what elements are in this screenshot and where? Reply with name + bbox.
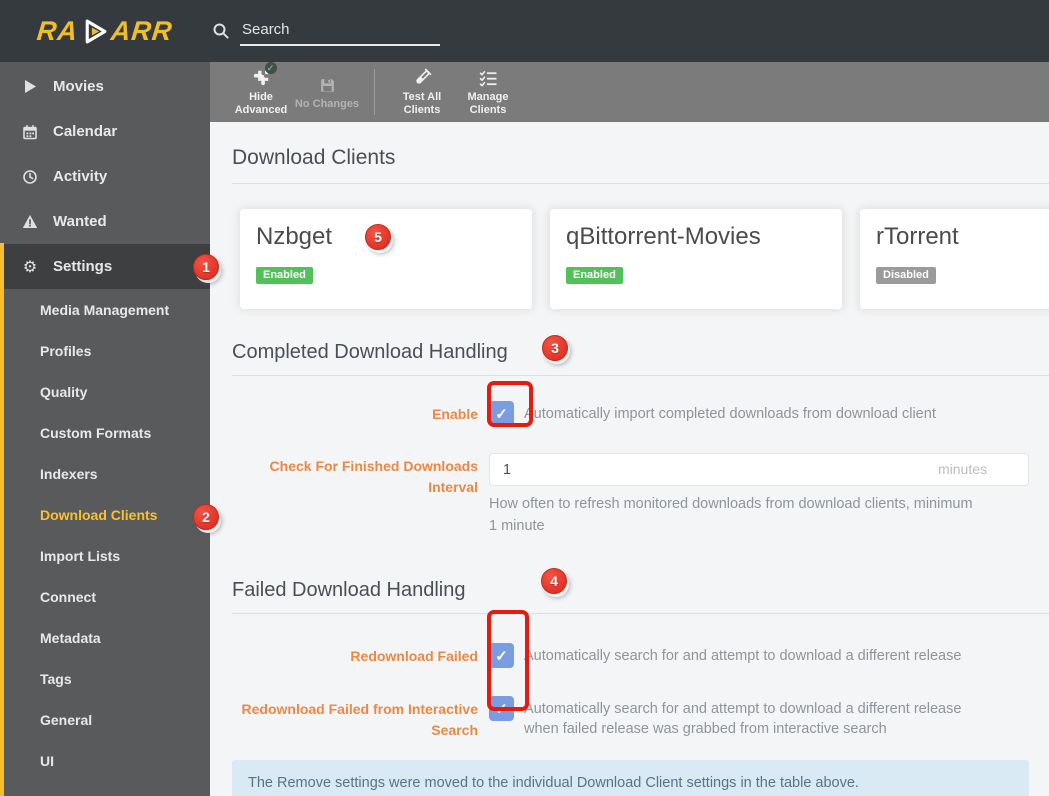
- no-changes-button[interactable]: No Changes: [294, 74, 360, 111]
- sidebar-item-movies[interactable]: Movies: [0, 64, 210, 109]
- warning-icon: [20, 214, 40, 229]
- completed-download-handling-section: Completed Download Handling Enable ✓ Aut…: [232, 341, 1049, 537]
- gears-icon: ⚙: [22, 256, 38, 276]
- redownload-interactive-help-text: Automatically search for and attempt to …: [524, 701, 962, 737]
- sidebar-item-label: Settings: [53, 258, 113, 275]
- page-title: Download Clients: [232, 122, 1049, 184]
- client-name: Nzbget: [256, 223, 333, 250]
- save-icon: [319, 74, 336, 94]
- sidebar-item-wanted[interactable]: Wanted: [0, 199, 210, 244]
- redownload-interactive-checkbox[interactable]: ✓: [489, 696, 514, 721]
- enable-checkbox[interactable]: ✓: [489, 401, 514, 426]
- enable-help-text: Automatically import completed downloads…: [524, 406, 936, 422]
- redownload-failed-checkbox[interactable]: ✓: [489, 643, 514, 668]
- search-bar: [212, 16, 440, 46]
- client-name: qBittorrent-Movies: [566, 223, 761, 250]
- topbar: RA ARR: [0, 0, 1049, 62]
- client-card-qbittorrent-movies[interactable]: qBittorrent-Movies Enabled: [550, 209, 842, 309]
- toolbar-divider: [374, 69, 375, 115]
- failed-download-handling-section: Failed Download Handling Redownload Fail…: [232, 579, 1049, 741]
- redownload-interactive-row: Redownload Failed from Interactive Searc…: [232, 696, 1029, 741]
- sidebar-item-tags[interactable]: Tags: [0, 658, 210, 699]
- download-client-cards: Nzbget Enabled qBittorrent-Movies Enable…: [240, 209, 1049, 309]
- sidebar-item-activity[interactable]: Activity: [0, 154, 210, 199]
- sidebar-item-custom-formats[interactable]: Custom Formats: [0, 412, 210, 453]
- radarr-logo[interactable]: RA ARR: [0, 16, 210, 47]
- status-badge: Enabled: [566, 267, 623, 284]
- status-badge: Enabled: [256, 267, 313, 284]
- interval-row: Check For Finished Downloads Interval mi…: [232, 453, 1029, 537]
- status-badge: Disabled: [876, 267, 936, 284]
- calendar-icon: [20, 124, 40, 140]
- sidebar-item-calendar[interactable]: Calendar: [0, 109, 210, 154]
- sidebar-item-import-lists[interactable]: Import Lists: [0, 535, 210, 576]
- redownload-failed-row: Redownload Failed ✓ Automatically search…: [232, 643, 1029, 668]
- sidebar-item-media-management[interactable]: Media Management: [0, 289, 210, 330]
- sidebar-item-settings[interactable]: ⚙ Settings: [0, 244, 210, 289]
- logo-text-right: ARR: [109, 15, 175, 46]
- info-box: The Remove settings were moved to the in…: [232, 760, 1029, 796]
- sidebar-item-label: Wanted: [53, 213, 107, 230]
- hide-advanced-button[interactable]: ✓ Hide Advanced: [228, 62, 294, 117]
- interval-help-text: How often to refresh monitored downloads…: [489, 496, 973, 534]
- client-name: rTorrent: [876, 223, 959, 250]
- check-icon: ✓: [495, 405, 508, 423]
- sidebar-item-download-clients[interactable]: Download Clients: [0, 494, 210, 535]
- test-tube-icon: [413, 67, 432, 87]
- main-content: Download Clients Nzbget Enabled qBittorr…: [210, 122, 1049, 796]
- search-input[interactable]: [240, 16, 440, 46]
- redownload-interactive-label: Redownload Failed from Interactive Searc…: [241, 701, 479, 738]
- check-icon: ✓: [264, 62, 277, 74]
- search-icon: [212, 22, 230, 40]
- manage-clients-button[interactable]: Manage Clients: [455, 67, 521, 117]
- interval-input[interactable]: [489, 453, 1029, 486]
- play-icon: [20, 79, 40, 94]
- enable-label: Enable: [432, 406, 478, 422]
- enable-row: Enable ✓ Automatically import completed …: [232, 401, 1029, 426]
- section-title: Failed Download Handling: [232, 579, 1049, 614]
- sidebar: Movies Calendar Activity Wanted ⚙ Settin…: [0, 62, 210, 796]
- sidebar-item-label: Activity: [53, 168, 108, 185]
- logo-text-left: RA: [35, 15, 80, 46]
- sidebar-item-profiles[interactable]: Profiles: [0, 330, 210, 371]
- client-card-rtorrent[interactable]: rTorrent Disabled: [860, 209, 1049, 309]
- checklist-icon: [479, 67, 498, 87]
- sidebar-item-label: Movies: [53, 78, 104, 95]
- play-logo-icon: [81, 18, 108, 45]
- client-card-nzbget[interactable]: Nzbget Enabled: [240, 209, 532, 309]
- sidebar-item-label: Calendar: [53, 123, 118, 140]
- sidebar-item-quality[interactable]: Quality: [0, 371, 210, 412]
- redownload-failed-label: Redownload Failed: [350, 648, 478, 664]
- test-all-clients-button[interactable]: Test All Clients: [389, 67, 455, 117]
- clock-icon: [20, 169, 40, 185]
- page-toolbar: ✓ Hide Advanced No Changes Test All Clie…: [210, 62, 1049, 122]
- sidebar-item-ui[interactable]: UI: [0, 740, 210, 781]
- sidebar-item-indexers[interactable]: Indexers: [0, 453, 210, 494]
- info-box-text: The Remove settings were moved to the in…: [248, 775, 859, 791]
- section-title: Completed Download Handling: [232, 341, 1049, 376]
- sidebar-item-general[interactable]: General: [0, 699, 210, 740]
- check-icon: ✓: [495, 647, 508, 665]
- sidebar-item-metadata[interactable]: Metadata: [0, 617, 210, 658]
- settings-accent-bar: [0, 243, 4, 796]
- sidebar-item-connect[interactable]: Connect: [0, 576, 210, 617]
- check-icon: ✓: [495, 700, 508, 718]
- interval-label: Check For Finished Downloads Interval: [269, 458, 478, 495]
- redownload-failed-help-text: Automatically search for and attempt to …: [524, 648, 962, 664]
- advanced-puzzle-icon: ✓: [252, 62, 277, 87]
